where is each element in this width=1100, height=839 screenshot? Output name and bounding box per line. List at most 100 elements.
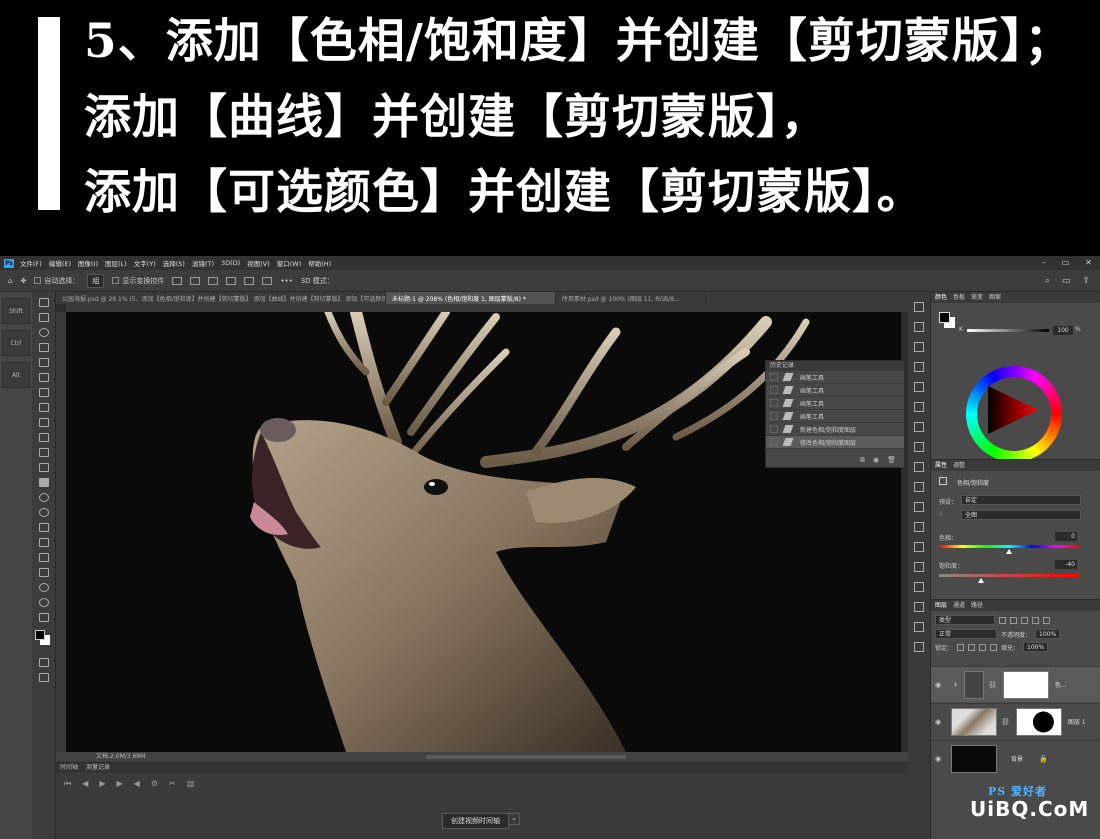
doc-tab[interactable]: 公园海报.psd @ 28.1% (5、添加【色相/饱和度】并创建【剪切蒙版】 … [56,292,386,304]
filter-pixel-icon[interactable] [999,616,1006,624]
target-adjust-icon[interactable]: ☝ [939,511,943,518]
eye-icon[interactable]: ◉ [931,755,945,763]
brush-icon[interactable] [914,382,924,392]
filter-shape-icon[interactable] [1032,616,1039,624]
healing-tool-icon[interactable] [38,403,49,412]
move-tool-icon[interactable]: ✥ [20,277,26,285]
history-item[interactable]: 新建色相/饱和度图层 [766,423,904,436]
tab-layers[interactable]: 图层 [935,600,947,611]
3d-icon[interactable] [914,562,924,572]
maximize-icon[interactable]: ▭ [1062,258,1070,267]
layer-name[interactable]: 背景 [1011,754,1023,763]
shape-tool-icon[interactable] [38,568,49,577]
chevron-down-icon[interactable]: ⌄ [508,813,520,825]
filter-type-icon[interactable] [1021,616,1028,624]
navigator-icon[interactable] [914,542,924,552]
tab-timeline[interactable]: 时间轴 [60,763,78,773]
quick-mask-icon[interactable] [38,658,49,667]
channel-dropdown[interactable]: 全图 [961,510,1081,520]
lock-pixels-icon[interactable] [968,643,976,651]
menu-window[interactable]: 窗口(W) [277,258,302,268]
glyphs-icon[interactable] [914,482,924,492]
layer-name[interactable]: 图层 1 [1068,717,1086,726]
layer-row-hue-saturation[interactable]: ◉ ↓ ⛓ 色... [931,666,1100,702]
horizontal-scroll-thumb[interactable] [426,755,626,759]
menu-3d[interactable]: 3D(D) [221,259,240,267]
type-tool-icon[interactable] [38,538,49,547]
stamp-tool-icon[interactable] [38,433,49,442]
history-item[interactable]: 画笔工具 [766,397,904,410]
eraser-tool-icon[interactable] [38,463,49,472]
history-checkbox[interactable] [770,386,778,394]
history-brush-icon[interactable] [38,448,49,457]
clone-source-icon[interactable] [914,422,924,432]
new-document-from-state-icon[interactable]: ⧉ [860,456,865,465]
path-select-tool-icon[interactable] [38,553,49,562]
screen-mode-icon[interactable] [38,673,49,682]
opacity-field[interactable]: 100% [1035,629,1061,639]
color-swatches[interactable] [32,628,55,652]
filter-adjustment-icon[interactable] [1010,616,1017,624]
crop-tool-icon[interactable] [38,358,49,367]
menu-layer[interactable]: 图层(L) [105,258,127,268]
lock-all-icon[interactable] [990,643,998,651]
timeline-icon[interactable] [914,642,924,652]
close-icon[interactable]: ✕ [1085,258,1092,267]
lock-position-icon[interactable] [979,643,987,651]
character-icon[interactable] [914,442,924,452]
menu-file[interactable]: 文件(F) [20,258,42,268]
saturation-slider[interactable] [939,574,1079,577]
k-slider[interactable] [967,329,1049,332]
lock-transparent-icon[interactable] [957,643,965,651]
pen-tool-icon[interactable] [38,523,49,532]
brush-tool-icon[interactable] [38,418,49,427]
preset-dropdown[interactable]: 自定 [961,495,1081,505]
lasso-tool-icon[interactable] [38,328,49,337]
hue-slider[interactable] [939,545,1079,548]
doc-tab[interactable]: 所用素材.psd @ 100% (图层 11, RGB/8... [556,292,706,304]
prev-frame-icon[interactable]: ◀ [82,779,88,789]
quick-select-tool-icon[interactable] [38,343,49,352]
saturation-value[interactable]: -40 [1055,560,1077,569]
styles-icon[interactable] [914,502,924,512]
libraries-icon[interactable] [914,582,924,592]
layer-kind-filter[interactable]: 类型 [935,615,995,625]
tab-patterns[interactable]: 图案 [989,292,1001,303]
history-checkbox[interactable] [770,425,778,433]
adjust-icon[interactable] [914,322,924,332]
share-icon[interactable]: ⇪ [1082,276,1090,286]
learn-icon[interactable] [914,602,924,612]
minimize-icon[interactable]: – [1042,258,1046,267]
blur-tool-icon[interactable] [38,493,49,502]
doc-tab-active[interactable]: 未标题-1 @ 208% (色相/饱和度 1, 图层蒙版/8) * [386,292,556,304]
menu-edit[interactable]: 编辑(E) [49,258,71,268]
history-checkbox[interactable] [770,438,778,446]
marquee-tool-icon[interactable] [38,313,49,322]
align-top-icon[interactable] [226,276,237,285]
auto-select-dropdown[interactable]: 组 [87,273,105,288]
gradient-tool-icon[interactable] [38,478,49,487]
layer-name[interactable]: 色... [1055,680,1067,689]
next-frame-icon[interactable]: ▶ [117,779,123,789]
history-checkbox[interactable] [770,412,778,420]
history-item[interactable]: 画笔工具 [766,384,904,397]
layer-mask-thumb[interactable] [1002,670,1049,699]
play-icon[interactable]: ▶ [99,779,105,789]
history-checkbox[interactable] [770,373,778,381]
search-icon[interactable]: ⌕ [1045,276,1050,286]
history-item-selected[interactable]: 修改色相/饱和度图层 [766,436,904,449]
tab-properties[interactable]: 属性 [935,460,947,471]
trash-icon[interactable]: 🗑 [887,456,896,465]
foreground-color-swatch[interactable] [35,630,45,640]
layer-row-background[interactable]: ◉ 背景 🔒 [931,740,1100,776]
show-transform-checkbox[interactable]: 显示变换控件 [112,276,164,286]
tab-swatches[interactable]: 色板 [953,292,965,303]
auto-select-checkbox[interactable]: 自动选择： [34,276,79,286]
align-center-icon[interactable] [190,276,201,285]
create-video-timeline-button[interactable]: 创建视频时间轴 [442,813,509,829]
menu-filter[interactable]: 滤镜(T) [192,258,214,268]
hand-tool-icon[interactable] [38,583,49,592]
k-value-field[interactable]: 100 [1053,326,1073,335]
split-icon[interactable]: ✂ [169,779,176,789]
tab-adjustments[interactable]: 调整 [953,460,965,471]
